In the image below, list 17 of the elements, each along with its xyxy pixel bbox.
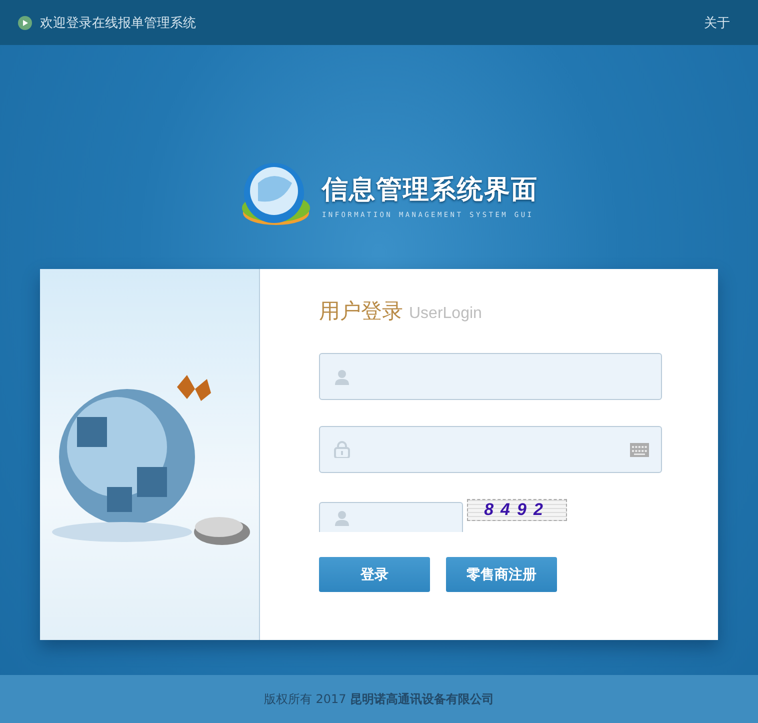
password-field[interactable]	[319, 426, 662, 473]
login-heading-english: UserLogin	[409, 305, 482, 323]
register-button[interactable]: 零售商注册	[446, 557, 557, 592]
user-icon	[334, 510, 350, 526]
play-icon	[18, 16, 32, 30]
lock-icon	[334, 441, 350, 458]
login-button[interactable]: 登录	[319, 557, 430, 592]
username-field[interactable]	[319, 353, 662, 400]
keyboard-icon[interactable]	[630, 442, 649, 456]
user-icon	[334, 368, 350, 384]
welcome-text: 欢迎登录在线报单管理系统	[40, 14, 196, 32]
about-link[interactable]: 关于	[704, 14, 730, 32]
login-heading: 用户登录	[319, 298, 403, 325]
copyright-text: 版权所有 2017 昆明诺高通讯设备有限公司	[264, 690, 494, 708]
captcha-image[interactable]: 8492	[467, 499, 567, 521]
logo-title: 信息管理系统界面	[322, 174, 538, 206]
captcha-field[interactable]	[319, 502, 463, 532]
